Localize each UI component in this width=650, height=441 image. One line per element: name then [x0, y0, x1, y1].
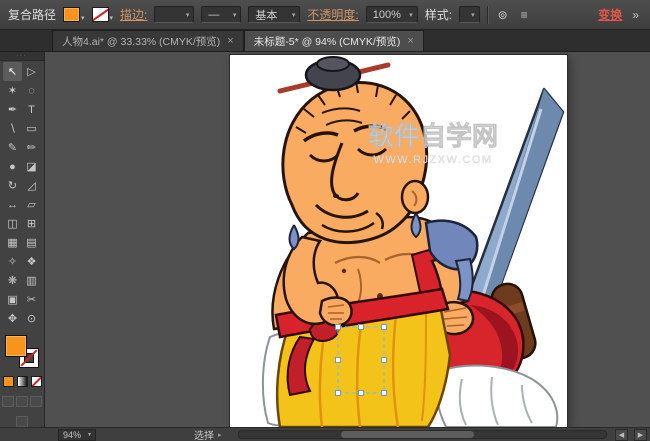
stroke-weight-combo[interactable]: ▾ [154, 6, 194, 23]
fill-stroke-proxy[interactable] [5, 335, 39, 368]
width-profile-value: — [208, 9, 219, 21]
align-icon[interactable]: ≡ [518, 7, 531, 23]
artwork-svg[interactable]: 软件自学网 WWW.RJZXW.COM [230, 55, 567, 427]
watermark: 软件自学网 WWW.RJZXW.COM [368, 121, 498, 166]
chevron-down-icon: ▾ [186, 11, 190, 19]
opacity-value: 100% [373, 9, 401, 21]
menu-arrow-icon: ▸ [218, 431, 222, 439]
direct-selection-tool[interactable]: ▷ [22, 62, 41, 81]
free-transform-tool[interactable]: ▱ [22, 195, 41, 214]
status-bar: 94% ▾ 选择 ▸ ◀ ▶ [0, 427, 650, 441]
brush-definition-value: 基本 [255, 7, 277, 23]
tab-document-1[interactable]: 人物4.ai* @ 33.33% (CMYK/预览) × [52, 30, 244, 51]
status-mode-label: 选择 [194, 427, 214, 441]
draw-inside-button[interactable] [30, 396, 42, 407]
opacity-combo[interactable]: 100% ▾ [366, 6, 418, 23]
gradient-button[interactable] [17, 376, 28, 387]
illustrator-window: 复合路径 ▾ ▾ 描边: ▾ — ▾ 基本 ▾ 不透明度: 100% ▾ 样式: [0, 0, 650, 441]
hand-tool[interactable]: ✥ [3, 309, 22, 328]
gradient-tool[interactable]: ▤ [22, 233, 41, 252]
canvas-pasteboard[interactable]: 软件自学网 WWW.RJZXW.COM [45, 52, 650, 427]
draw-behind-button[interactable] [16, 396, 28, 407]
brush-definition-combo[interactable]: 基本 ▾ [248, 6, 300, 23]
scroll-right-button[interactable]: ▶ [634, 429, 647, 441]
eyedropper-tool[interactable]: ✧ [3, 252, 22, 271]
chevron-down-icon: ▾ [81, 15, 85, 22]
width-profile-combo[interactable]: — ▾ [201, 6, 241, 23]
chevron-down-icon: ▾ [88, 431, 91, 438]
lasso-tool[interactable]: ◌ [22, 81, 41, 100]
stroke-none-icon [92, 7, 109, 22]
status-mode[interactable]: 选择 ▸ [194, 427, 222, 441]
document-tab-bar: 人物4.ai* @ 33.33% (CMYK/预览) × 未标题-5* @ 94… [0, 30, 650, 52]
watermark-url: WWW.RJZXW.COM [373, 154, 492, 166]
draw-normal-button[interactable] [2, 396, 14, 407]
type-tool[interactable]: T [22, 100, 41, 119]
pen-tool[interactable]: ✒ [3, 100, 22, 119]
selection-type-label: 复合路径 [8, 6, 56, 23]
mesh-tool[interactable]: ▦ [3, 233, 22, 252]
blob-brush-tool[interactable]: ● [3, 157, 22, 176]
chevron-down-icon: ▾ [471, 11, 475, 19]
fill-color-icon [63, 7, 80, 22]
chevron-down-icon: ▾ [292, 11, 296, 19]
tool-grid: ↖ ▷ ✶ ◌ ✒ T ∖ ▭ ✎ ✏ ● ◪ ↻ ◿ ↔ ▱ ◫ ⊞ ▦ ▤ [3, 62, 41, 328]
panel-menu-icon[interactable]: » [629, 7, 642, 23]
close-icon[interactable]: × [407, 36, 413, 47]
magic-wand-tool[interactable]: ✶ [3, 81, 22, 100]
zoom-tool[interactable]: ⊙ [22, 309, 41, 328]
slice-tool[interactable]: ✂ [22, 290, 41, 309]
artboard[interactable]: 软件自学网 WWW.RJZXW.COM [230, 55, 567, 427]
fill-color-swatch[interactable]: ▾ [63, 7, 85, 22]
chevron-down-icon: ▾ [409, 11, 413, 19]
panel-grip[interactable]: ∙∙∙ [0, 52, 44, 61]
tools-panel: ∙∙∙ ↖ ▷ ✶ ◌ ✒ T ∖ ▭ ✎ ✏ ● ◪ ↻ ◿ ↔ ▱ ◫ ⊞ … [0, 52, 45, 427]
divider [487, 6, 488, 24]
fill-proxy-icon[interactable] [5, 335, 27, 357]
blend-tool[interactable]: ❖ [22, 252, 41, 271]
chevron-down-icon: ▾ [110, 15, 114, 22]
transform-link[interactable]: 变换 [598, 6, 622, 23]
stroke-link[interactable]: 描边: [120, 6, 147, 23]
screen-mode-button-row [16, 416, 28, 427]
zoom-combo[interactable]: 94% ▾ [58, 429, 96, 441]
shape-builder-tool[interactable]: ◫ [3, 214, 22, 233]
drawing-mode-buttons [2, 396, 42, 407]
opacity-link[interactable]: 不透明度: [307, 6, 358, 23]
tab-document-1-label: 人物4.ai* @ 33.33% (CMYK/预览) [62, 34, 220, 49]
selection-tool[interactable]: ↖ [3, 62, 22, 81]
tab-document-2[interactable]: 未标题-5* @ 94% (CMYK/预览) × [244, 30, 424, 51]
scale-tool[interactable]: ◿ [22, 176, 41, 195]
tab-document-2-label: 未标题-5* @ 94% (CMYK/预览) [254, 34, 401, 49]
stroke-color-swatch[interactable]: ▾ [92, 7, 114, 22]
right-leg-cloth[interactable] [437, 366, 558, 427]
horizontal-scrollbar[interactable] [238, 430, 607, 439]
rectangle-tool[interactable]: ▭ [22, 119, 41, 138]
recolor-artwork-icon[interactable]: ⊚ [495, 7, 511, 23]
scrollbar-thumb[interactable] [341, 431, 473, 438]
column-graph-tool[interactable]: ▥ [22, 271, 41, 290]
zoom-value: 94% [63, 430, 81, 440]
style-label: 样式: [425, 6, 452, 23]
line-segment-tool[interactable]: ∖ [3, 119, 22, 138]
paintbrush-tool[interactable]: ✎ [3, 138, 22, 157]
main-area: ∙∙∙ ↖ ▷ ✶ ◌ ✒ T ∖ ▭ ✎ ✏ ● ◪ ↻ ◿ ↔ ▱ ◫ ⊞ … [0, 52, 650, 427]
artboard-tool[interactable]: ▣ [3, 290, 22, 309]
chevron-down-icon: ▾ [233, 11, 237, 19]
watermark-title: 软件自学网 [368, 121, 498, 151]
color-mode-buttons [3, 376, 42, 387]
screen-mode-button[interactable] [16, 416, 28, 427]
perspective-grid-tool[interactable]: ⊞ [22, 214, 41, 233]
none-button[interactable] [31, 376, 42, 387]
symbol-sprayer-tool[interactable]: ❋ [3, 271, 22, 290]
close-icon[interactable]: × [227, 36, 233, 47]
eraser-tool[interactable]: ◪ [22, 157, 41, 176]
style-combo[interactable]: ▾ [459, 6, 480, 23]
width-tool[interactable]: ↔ [3, 195, 22, 214]
rotate-tool[interactable]: ↻ [3, 176, 22, 195]
color-button[interactable] [3, 376, 14, 387]
pencil-tool[interactable]: ✏ [22, 138, 41, 157]
control-bar: 复合路径 ▾ ▾ 描边: ▾ — ▾ 基本 ▾ 不透明度: 100% ▾ 样式: [0, 0, 650, 30]
scroll-left-button[interactable]: ◀ [615, 429, 628, 441]
